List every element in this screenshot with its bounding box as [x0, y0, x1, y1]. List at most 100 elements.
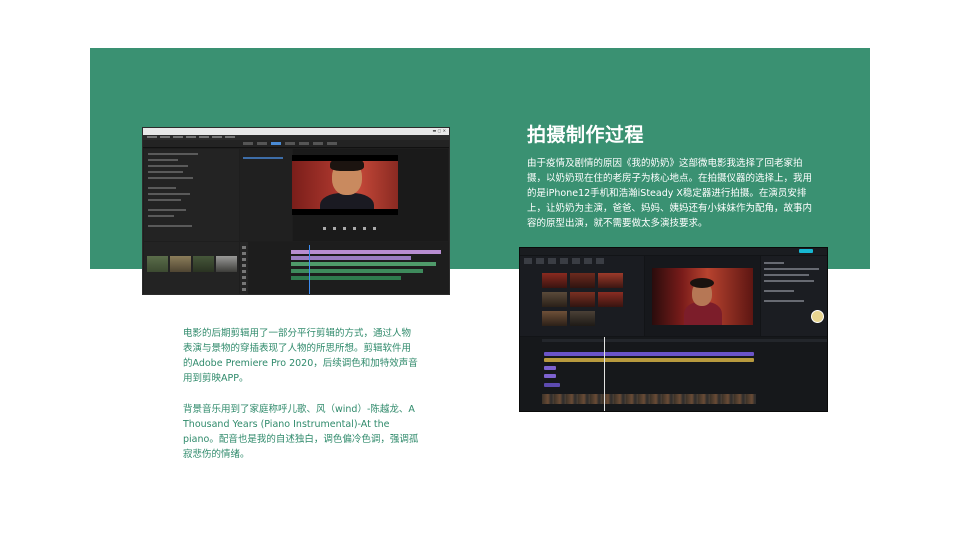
- clip-thumbnail: [216, 256, 237, 272]
- media-clip: [542, 311, 567, 326]
- ripple-edit-icon: [242, 258, 246, 261]
- timeline-clip-track: [291, 276, 401, 280]
- jianying-screenshot: [519, 247, 828, 412]
- keyframe-panel: [240, 149, 292, 241]
- effect-controls-panel: [144, 149, 239, 241]
- panel-row: [148, 225, 192, 227]
- props-row: [764, 268, 819, 270]
- timeline-clip-track: [291, 269, 423, 273]
- workspace-tab: [243, 142, 253, 145]
- panel-row: [148, 199, 181, 201]
- playhead: [604, 337, 605, 411]
- panel-row: [148, 193, 190, 195]
- music-note: 背景音乐用到了家庭称呼儿歌、风（wind）-陈越龙、A Thousand Yea…: [183, 404, 419, 460]
- clip-thumbnail: [170, 256, 191, 272]
- workspace-tab-active: [271, 142, 281, 145]
- panel-row: [148, 159, 178, 161]
- player-panel: [645, 256, 760, 336]
- menu-item: [173, 136, 183, 138]
- text-icon: [548, 258, 556, 264]
- timeline-ruler: [542, 339, 827, 342]
- timeline-track: [544, 374, 556, 378]
- menu-item: [160, 136, 170, 138]
- workspace-tab: [327, 142, 337, 145]
- step-forward-icon: [363, 227, 366, 230]
- badge-icon: [811, 310, 824, 323]
- props-row: [764, 290, 794, 292]
- media-clip: [598, 273, 623, 288]
- slide-title: 拍摄制作过程: [527, 124, 645, 146]
- panel-row: [148, 187, 176, 189]
- pen-tool-icon: [242, 276, 246, 279]
- video-filmstrip: [542, 394, 756, 404]
- jianying-timeline: [520, 337, 827, 411]
- panel-row: [148, 171, 183, 173]
- premiere-timeline: [249, 242, 449, 294]
- step-back-icon: [323, 227, 326, 230]
- workspace-tab: [313, 142, 323, 145]
- panel-row: [148, 209, 186, 211]
- media-clip: [598, 292, 623, 307]
- media-clip: [570, 311, 595, 326]
- hand-tool-icon: [242, 282, 246, 285]
- window-controls-icon: ▬ ▢ ✕: [432, 128, 446, 133]
- panel-row: [148, 177, 193, 179]
- keyframe-bar: [243, 157, 283, 159]
- forward-icon: [353, 227, 356, 230]
- razor-tool-icon: [242, 264, 246, 267]
- tools-panel: [240, 242, 248, 294]
- menu-item: [212, 136, 222, 138]
- rewind-icon: [333, 227, 336, 230]
- audio-icon: [536, 258, 544, 264]
- editing-note: 电影的后期剪辑用了一部分平行剪辑的方式，通过人物表演与景物的穿插表现了人物的所思…: [183, 328, 418, 384]
- media-clip: [542, 273, 567, 288]
- workspace-tab: [285, 142, 295, 145]
- workspace-tab: [299, 142, 309, 145]
- media-clip: [570, 273, 595, 288]
- premiere-titlebar: ▬ ▢ ✕: [143, 128, 449, 135]
- jianying-topbar: [520, 248, 827, 255]
- menu-item: [186, 136, 196, 138]
- panel-row: [148, 215, 174, 217]
- timeline-track: [544, 352, 754, 356]
- export-frame-icon: [373, 227, 376, 230]
- slip-tool-icon: [242, 270, 246, 273]
- timeline-clip-track: [291, 250, 441, 254]
- export-button: [799, 249, 813, 253]
- track-select-icon: [242, 252, 246, 255]
- play-icon: [343, 227, 346, 230]
- props-row: [764, 300, 804, 302]
- timeline-clip-track: [291, 262, 436, 266]
- filter-icon: [596, 258, 604, 264]
- media-clip: [542, 292, 567, 307]
- sticker-icon: [560, 258, 568, 264]
- media-icon: [524, 258, 532, 264]
- transition-icon: [584, 258, 592, 264]
- clip-thumbnail: [147, 256, 168, 272]
- properties-panel: [761, 256, 827, 336]
- selection-tool-icon: [242, 246, 246, 249]
- program-monitor-frame: [292, 155, 398, 215]
- player-preview: [652, 268, 753, 325]
- menu-item: [225, 136, 235, 138]
- props-row: [764, 262, 784, 264]
- timeline-track: [544, 358, 754, 362]
- type-tool-icon: [242, 288, 246, 291]
- workspace-bar: [143, 140, 449, 148]
- premiere-screenshot: ▬ ▢ ✕: [142, 127, 450, 295]
- playhead: [309, 245, 310, 294]
- media-clip: [570, 292, 595, 307]
- props-row: [764, 274, 809, 276]
- media-library-panel: [520, 256, 644, 336]
- clip-thumbnail: [193, 256, 214, 272]
- transport-controls: [313, 227, 423, 231]
- menu-item: [199, 136, 209, 138]
- panel-row: [148, 165, 188, 167]
- intro-paragraph: 由于疫情及剧情的原因《我的奶奶》这部微电影我选择了回老家拍摄，以奶奶现在住的老房…: [527, 158, 813, 229]
- timeline-track: [544, 383, 560, 387]
- menu-item: [147, 136, 157, 138]
- timeline-track: [544, 366, 556, 370]
- project-panel: [144, 242, 239, 294]
- panel-row: [148, 153, 198, 155]
- effects-icon: [572, 258, 580, 264]
